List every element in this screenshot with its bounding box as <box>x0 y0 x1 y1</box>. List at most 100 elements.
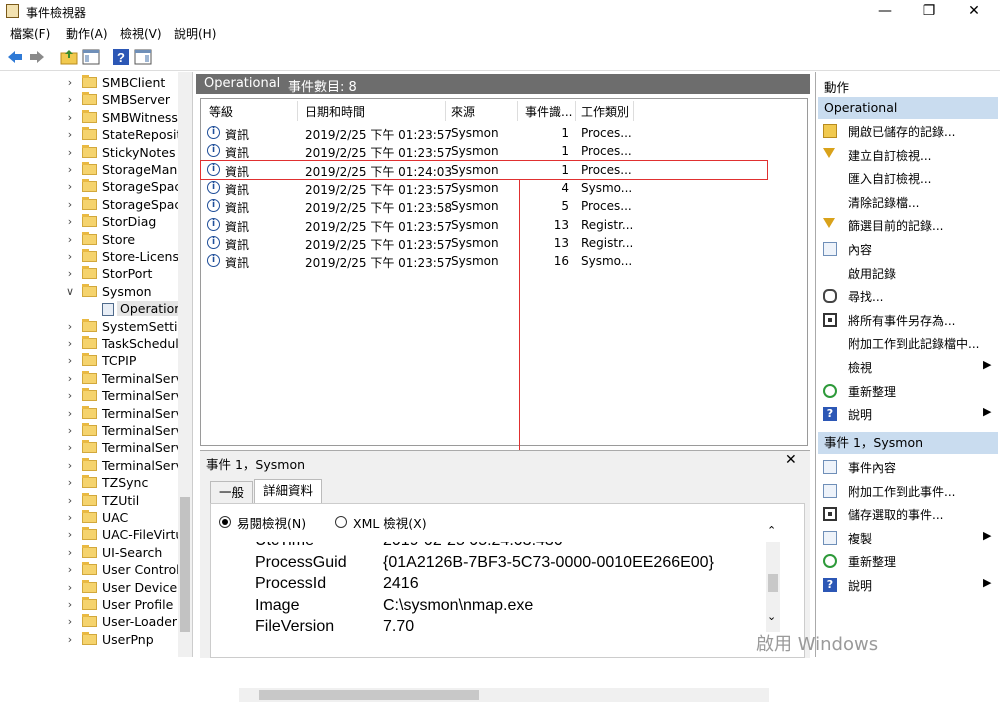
tree-node[interactable]: › TerminalServi <box>0 405 178 423</box>
xml-view-label[interactable]: XML 檢視(X) <box>353 513 427 532</box>
chevron-right-icon[interactable]: › <box>65 389 75 402</box>
tree-node[interactable]: › User Control F <box>0 562 178 579</box>
tree-node[interactable]: › Store-Licensir <box>0 249 178 266</box>
show-hide-tree-icon[interactable] <box>82 48 100 66</box>
chevron-right-icon[interactable]: › <box>65 320 75 333</box>
chevron-right-icon[interactable]: › <box>65 424 75 437</box>
minimize-icon[interactable]: — <box>862 0 908 22</box>
action-item[interactable]: 附加工作到此事件... <box>816 480 1000 502</box>
detail-v-scrollbar[interactable]: ⌃ ⌄ <box>766 524 780 632</box>
table-row[interactable]: i 資訊 2019/2/25 下午 01:23:57 Sysmon 16 Sysmo... <box>201 252 632 270</box>
chevron-right-icon[interactable]: › <box>65 146 75 159</box>
tree-node[interactable]: › StorDiag <box>0 214 178 231</box>
chevron-right-icon[interactable]: › <box>65 198 75 211</box>
chevron-right-icon[interactable]: › <box>65 250 75 263</box>
menu-view[interactable]: 檢視(V) <box>120 25 162 42</box>
tree-node[interactable]: › User Device R <box>0 579 178 597</box>
table-row[interactable]: i 資訊 2019/2/25 下午 01:23:57 Sysmon 13 Registr.… <box>201 216 633 234</box>
chevron-right-icon[interactable]: › <box>65 354 75 367</box>
tree-node[interactable]: › StorageMana <box>0 162 178 179</box>
chevron-down-icon[interactable]: ∨ <box>65 285 75 298</box>
table-row[interactable]: i 資訊 2019/2/25 下午 01:23:57 Sysmon 1 Proces... <box>201 142 632 160</box>
column-datetime[interactable]: 日期和時間 <box>305 103 365 120</box>
table-row[interactable]: i 資訊 2019/2/25 下午 01:23:57 Sysmon 1 Proces... <box>201 124 632 142</box>
tree-node[interactable]: › TZSync <box>0 475 178 492</box>
help-icon[interactable]: ? <box>112 48 130 66</box>
tree-node[interactable]: › TerminalServi <box>0 440 178 457</box>
tree-node[interactable]: › TZUtil <box>0 492 178 510</box>
action-item[interactable]: 附加工作到此記錄檔中... <box>816 332 1000 354</box>
tree-node[interactable]: › StateReposito <box>0 127 178 144</box>
chevron-right-icon[interactable]: › <box>65 215 75 228</box>
chevron-right-icon[interactable]: › <box>65 581 75 594</box>
chevron-right-icon[interactable]: › <box>65 633 75 646</box>
table-row[interactable]: i 資訊 2019/2/25 下午 01:23:58 Sysmon 5 Proces... <box>201 197 632 215</box>
action-item[interactable]: 匯入自訂檢視... <box>816 167 1000 189</box>
xml-view-radio[interactable] <box>335 516 347 528</box>
action-item[interactable]: 建立自訂檢視... <box>816 144 1000 166</box>
menu-file[interactable]: 檔案(F) <box>10 25 50 42</box>
tree-node[interactable]: › UI-Search <box>0 544 178 562</box>
section-event[interactable]: 事件 1，Sysmon <box>818 432 998 454</box>
tree-node[interactable]: › StickyNotes <box>0 144 178 162</box>
h-scroll-thumb[interactable] <box>259 690 479 700</box>
chevron-right-icon[interactable]: › <box>65 111 75 124</box>
tab-details[interactable]: 詳細資料 <box>254 479 323 503</box>
scroll-up-icon[interactable]: ⌃ <box>767 524 776 537</box>
tree-node[interactable]: › User Profile Se <box>0 597 178 614</box>
tree-node[interactable]: › Store <box>0 231 178 249</box>
back-arrow-icon[interactable] <box>6 48 24 66</box>
tree-node[interactable]: › TerminalServi <box>0 370 178 388</box>
section-operational[interactable]: Operational <box>818 97 998 119</box>
chevron-right-icon[interactable]: › <box>65 407 75 420</box>
tree-node[interactable]: › SystemSetting <box>0 318 178 336</box>
action-item[interactable]: 檢視 ▶ <box>816 356 1000 378</box>
chevron-right-icon[interactable]: › <box>65 598 75 611</box>
tree-node[interactable]: Operation <box>0 301 178 318</box>
event-list[interactable]: 等級 日期和時間 來源 事件識... 工作類別 i 資訊 2019/2/25 下午 … <box>200 98 808 446</box>
show-action-pane-icon[interactable] <box>134 48 152 66</box>
scroll-down-icon[interactable]: ⌄ <box>767 610 776 623</box>
chevron-right-icon[interactable]: › <box>65 441 75 454</box>
tree-node[interactable]: › TerminalServi <box>0 457 178 475</box>
tree-node[interactable]: › StorageSpace <box>0 196 178 214</box>
tab-general[interactable]: 一般 <box>210 481 254 503</box>
chevron-right-icon[interactable]: › <box>65 494 75 507</box>
tree-scrollbar[interactable] <box>178 72 192 657</box>
action-item[interactable]: ? 說明 ▶ <box>816 574 1000 596</box>
tree-node[interactable]: › UAC-FileVirtu <box>0 527 178 544</box>
log-tree[interactable]: › SMBClient › SMBServer › SMBWitnessC › StateRe… <box>0 72 193 657</box>
column-level[interactable]: 等級 <box>209 103 233 120</box>
menu-action[interactable]: 動作(A) <box>66 25 108 42</box>
chevron-right-icon[interactable]: › <box>65 180 75 193</box>
action-item[interactable]: 儲存選取的事件... <box>816 503 1000 525</box>
action-item[interactable]: 內容 <box>816 238 1000 260</box>
action-item[interactable]: 複製 ▶ <box>816 527 1000 549</box>
action-item[interactable]: 將所有事件另存為... <box>816 309 1000 331</box>
detail-close-icon[interactable]: ✕ <box>785 452 797 468</box>
chevron-right-icon[interactable]: › <box>65 511 75 524</box>
action-item[interactable]: 事件內容 <box>816 456 1000 478</box>
chevron-right-icon[interactable]: › <box>65 93 75 106</box>
action-item[interactable]: 尋找... <box>816 285 1000 307</box>
tree-node[interactable]: › TerminalServi <box>0 423 178 440</box>
tree-scroll-thumb[interactable] <box>180 497 190 632</box>
close-icon[interactable]: ✕ <box>951 0 997 22</box>
action-item[interactable]: 重新整理 <box>816 380 1000 402</box>
tree-node[interactable]: › SMBWitnessC <box>0 109 178 127</box>
table-row[interactable]: i 資訊 2019/2/25 下午 01:23:57 Sysmon 13 Registr.… <box>201 234 633 252</box>
tree-node[interactable]: ∨ Sysmon <box>0 283 178 301</box>
tree-node[interactable]: › TaskSchedule <box>0 336 178 353</box>
chevron-right-icon[interactable]: › <box>65 563 75 576</box>
column-task-category[interactable]: 工作類別 <box>581 103 629 120</box>
tree-node[interactable]: › UAC <box>0 510 178 527</box>
action-item[interactable]: 篩選目前的記錄... <box>816 214 1000 236</box>
tree-node[interactable]: › StorageSpace <box>0 179 178 196</box>
chevron-right-icon[interactable]: › <box>65 476 75 489</box>
chevron-right-icon[interactable]: › <box>65 337 75 350</box>
action-item[interactable]: 清除記錄檔... <box>816 191 1000 213</box>
tree-node[interactable]: › UserPnp <box>0 631 178 649</box>
chevron-right-icon[interactable]: › <box>65 372 75 385</box>
forward-arrow-icon[interactable] <box>28 48 46 66</box>
tree-node[interactable]: › SMBServer <box>0 92 178 109</box>
